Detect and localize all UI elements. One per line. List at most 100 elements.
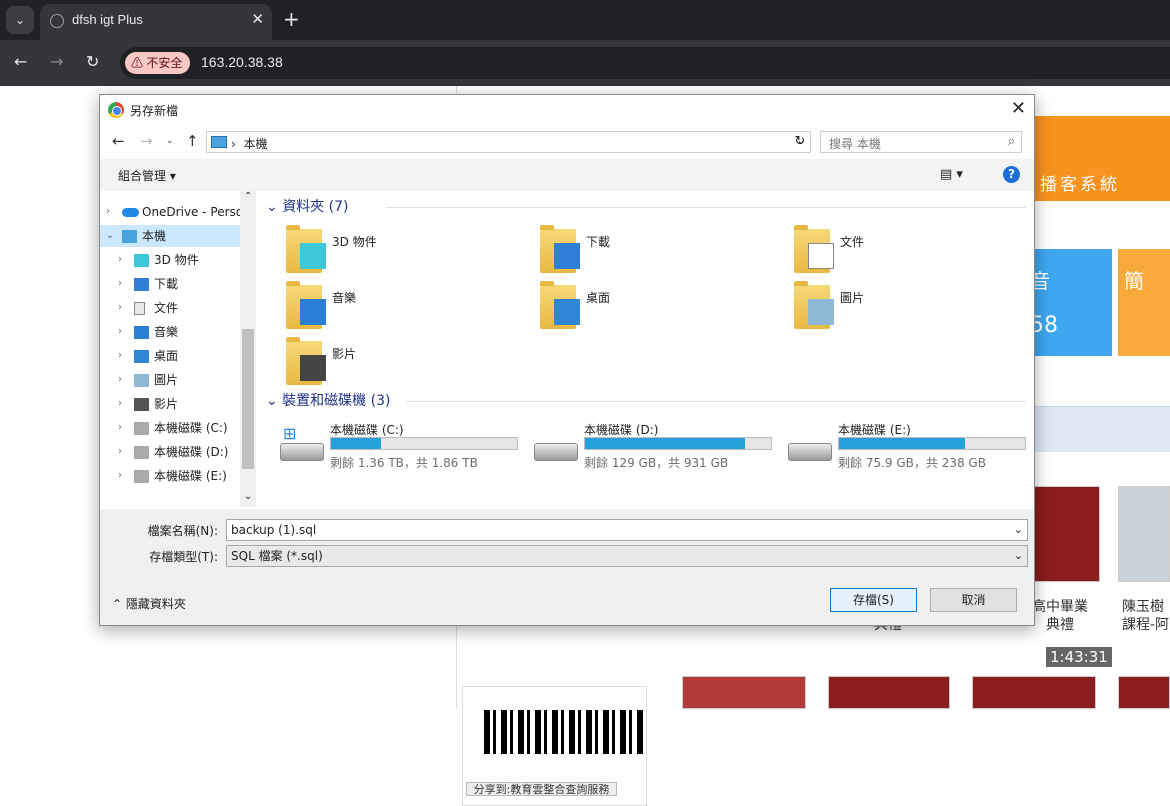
save-button[interactable]: 存檔(S): [830, 588, 917, 612]
security-chip[interactable]: ⚠ 不安全: [125, 52, 191, 74]
video-caption[interactable]: 陳玉樹 課程-阿: [1122, 598, 1170, 634]
close-icon[interactable]: ✕: [1011, 98, 1026, 119]
video-thumbnail[interactable]: [828, 676, 950, 709]
warning-icon: ⚠: [131, 56, 144, 70]
tab-search-button[interactable]: ⌄: [6, 6, 34, 34]
chevron-icon[interactable]: ›: [118, 297, 122, 319]
organize-button[interactable]: 組合管理 ▾: [118, 167, 176, 184]
help-icon[interactable]: ?: [1003, 166, 1020, 183]
search-input[interactable]: 搜尋 本機 ⌕: [820, 131, 1022, 153]
folder-name: 3D 物件: [332, 235, 377, 249]
back-arrow-icon[interactable]: ←: [14, 52, 27, 72]
back-arrow-icon[interactable]: ←: [112, 132, 125, 150]
folders-group-header[interactable]: ⌄ 資料夾 (7): [266, 197, 348, 217]
nav-item[interactable]: › 本機磁碟 (E:): [100, 465, 240, 487]
3d-objects-folder-icon: [300, 243, 326, 269]
tab-title: dfsh igt Plus: [72, 12, 143, 27]
filename-field[interactable]: backup (1).sql ⌄: [226, 519, 1028, 541]
folder-name: 圖片: [840, 291, 865, 305]
folder-name: 桌面: [586, 291, 611, 305]
chevron-icon[interactable]: ›: [118, 273, 122, 295]
downloads-icon: [134, 278, 149, 291]
video-thumbnail[interactable]: [1118, 676, 1170, 709]
drive-usage-bar: [838, 437, 1026, 450]
folder-item[interactable]: 文件: [794, 225, 1044, 279]
folder-item[interactable]: 音樂: [286, 281, 536, 335]
share-button[interactable]: 分享到:教育雲整合查詢服務: [466, 782, 617, 796]
video-thumbnail[interactable]: [1118, 486, 1170, 582]
address-bar[interactable]: ⚠ 不安全 163.20.38.38: [120, 47, 1170, 79]
nav-item[interactable]: › 音樂: [100, 321, 240, 343]
forward-arrow-icon[interactable]: →: [140, 132, 153, 150]
desktop-folder-icon: [554, 299, 580, 325]
chevron-icon[interactable]: ›: [118, 393, 122, 415]
video-thumbnail[interactable]: [682, 676, 806, 709]
videos-icon: [134, 398, 149, 411]
nav-item-label: 下載: [154, 277, 179, 291]
nav-scrollbar[interactable]: ⌃ ⌄: [240, 191, 256, 507]
chevron-icon[interactable]: ⌄: [106, 225, 114, 247]
folder-item[interactable]: 影片: [286, 337, 536, 391]
onedrive-icon: [122, 208, 139, 217]
drive-d-icon: [134, 446, 149, 459]
close-tab-icon[interactable]: ✕: [251, 10, 264, 28]
drive-item[interactable]: 本機磁碟 (D:) 剩餘 129 GB，共 931 GB: [534, 421, 784, 473]
folders-header-label: 資料夾 (7): [282, 199, 349, 215]
chevron-icon[interactable]: ›: [106, 201, 110, 223]
chrome-icon: [108, 102, 124, 118]
trend-card[interactable]: 簡: [1118, 249, 1170, 356]
drives-group-header[interactable]: ⌄ 裝置和磁碟機 (3): [266, 391, 390, 411]
video-thumbnail[interactable]: [972, 676, 1096, 709]
url-text[interactable]: 163.20.38.38: [201, 54, 283, 70]
folder-item[interactable]: 下載: [540, 225, 790, 279]
nav-item[interactable]: ⌄ 本機: [100, 225, 240, 247]
chevron-icon[interactable]: ›: [118, 345, 122, 367]
folder-item[interactable]: 圖片: [794, 281, 1044, 335]
chevron-icon[interactable]: ›: [118, 369, 122, 391]
nav-item[interactable]: › 本機磁碟 (D:): [100, 441, 240, 463]
nav-item[interactable]: › 桌面: [100, 345, 240, 367]
scroll-down-icon[interactable]: ⌄: [244, 491, 252, 502]
chevron-icon[interactable]: ›: [118, 417, 122, 439]
nav-item[interactable]: › 本機磁碟 (C:): [100, 417, 240, 439]
forward-arrow-icon[interactable]: →: [50, 52, 63, 72]
up-arrow-icon[interactable]: ↑: [186, 132, 199, 150]
recent-locations-icon[interactable]: ⌄: [166, 136, 174, 146]
nav-item[interactable]: › 文件: [100, 297, 240, 319]
nav-item-label: 影片: [154, 397, 179, 411]
nav-item[interactable]: › 影片: [100, 393, 240, 415]
nav-item[interactable]: › 圖片: [100, 369, 240, 391]
divider: [406, 401, 1026, 402]
nav-item[interactable]: › OneDrive - Perso: [100, 201, 240, 223]
chevron-icon[interactable]: ›: [118, 441, 122, 463]
scrollbar-thumb[interactable]: [242, 329, 254, 469]
video-thumbnail[interactable]: [1032, 486, 1100, 582]
chevron-down-icon[interactable]: ⌄: [1014, 520, 1023, 540]
chevron-icon[interactable]: ›: [118, 465, 122, 487]
drive-item[interactable]: 本機磁碟 (E:) 剩餘 75.9 GB，共 238 GB: [788, 421, 1038, 473]
drive-e-icon: [134, 470, 149, 483]
nav-item[interactable]: › 下載: [100, 273, 240, 295]
chevron-down-icon[interactable]: ⌄: [1014, 546, 1023, 566]
breadcrumb-item[interactable]: 本機: [243, 137, 267, 151]
hide-folders-button[interactable]: ⌃ 隱藏資料夾: [112, 595, 186, 612]
new-tab-button[interactable]: +: [283, 8, 300, 30]
chevron-icon[interactable]: ›: [118, 249, 122, 271]
filetype-select[interactable]: SQL 檔案 (*.sql) ⌄: [226, 545, 1028, 567]
chevron-icon[interactable]: ›: [118, 321, 122, 343]
folder-item[interactable]: 桌面: [540, 281, 790, 335]
cancel-button[interactable]: 取消: [930, 588, 1017, 612]
drive-item[interactable]: ⊞ 本機磁碟 (C:) 剩餘 1.36 TB，共 1.86 TB: [280, 421, 530, 473]
folder-item[interactable]: 3D 物件: [286, 225, 536, 279]
refresh-icon[interactable]: ↻: [790, 131, 810, 153]
browser-tab[interactable]: dfsh igt Plus ✕: [40, 4, 272, 40]
drive-name: 本機磁碟 (C:): [330, 423, 404, 437]
nav-item[interactable]: › 3D 物件: [100, 249, 240, 271]
nav-item-label: 音樂: [154, 325, 179, 339]
section-bar: [1030, 406, 1170, 452]
reload-icon[interactable]: ↻: [86, 52, 99, 72]
breadcrumb[interactable]: › 本機 ⌄: [206, 131, 811, 153]
documents-icon: [134, 302, 145, 315]
scroll-up-icon[interactable]: ⌃: [244, 191, 252, 202]
view-options-icon[interactable]: ▤ ▾: [940, 167, 963, 182]
